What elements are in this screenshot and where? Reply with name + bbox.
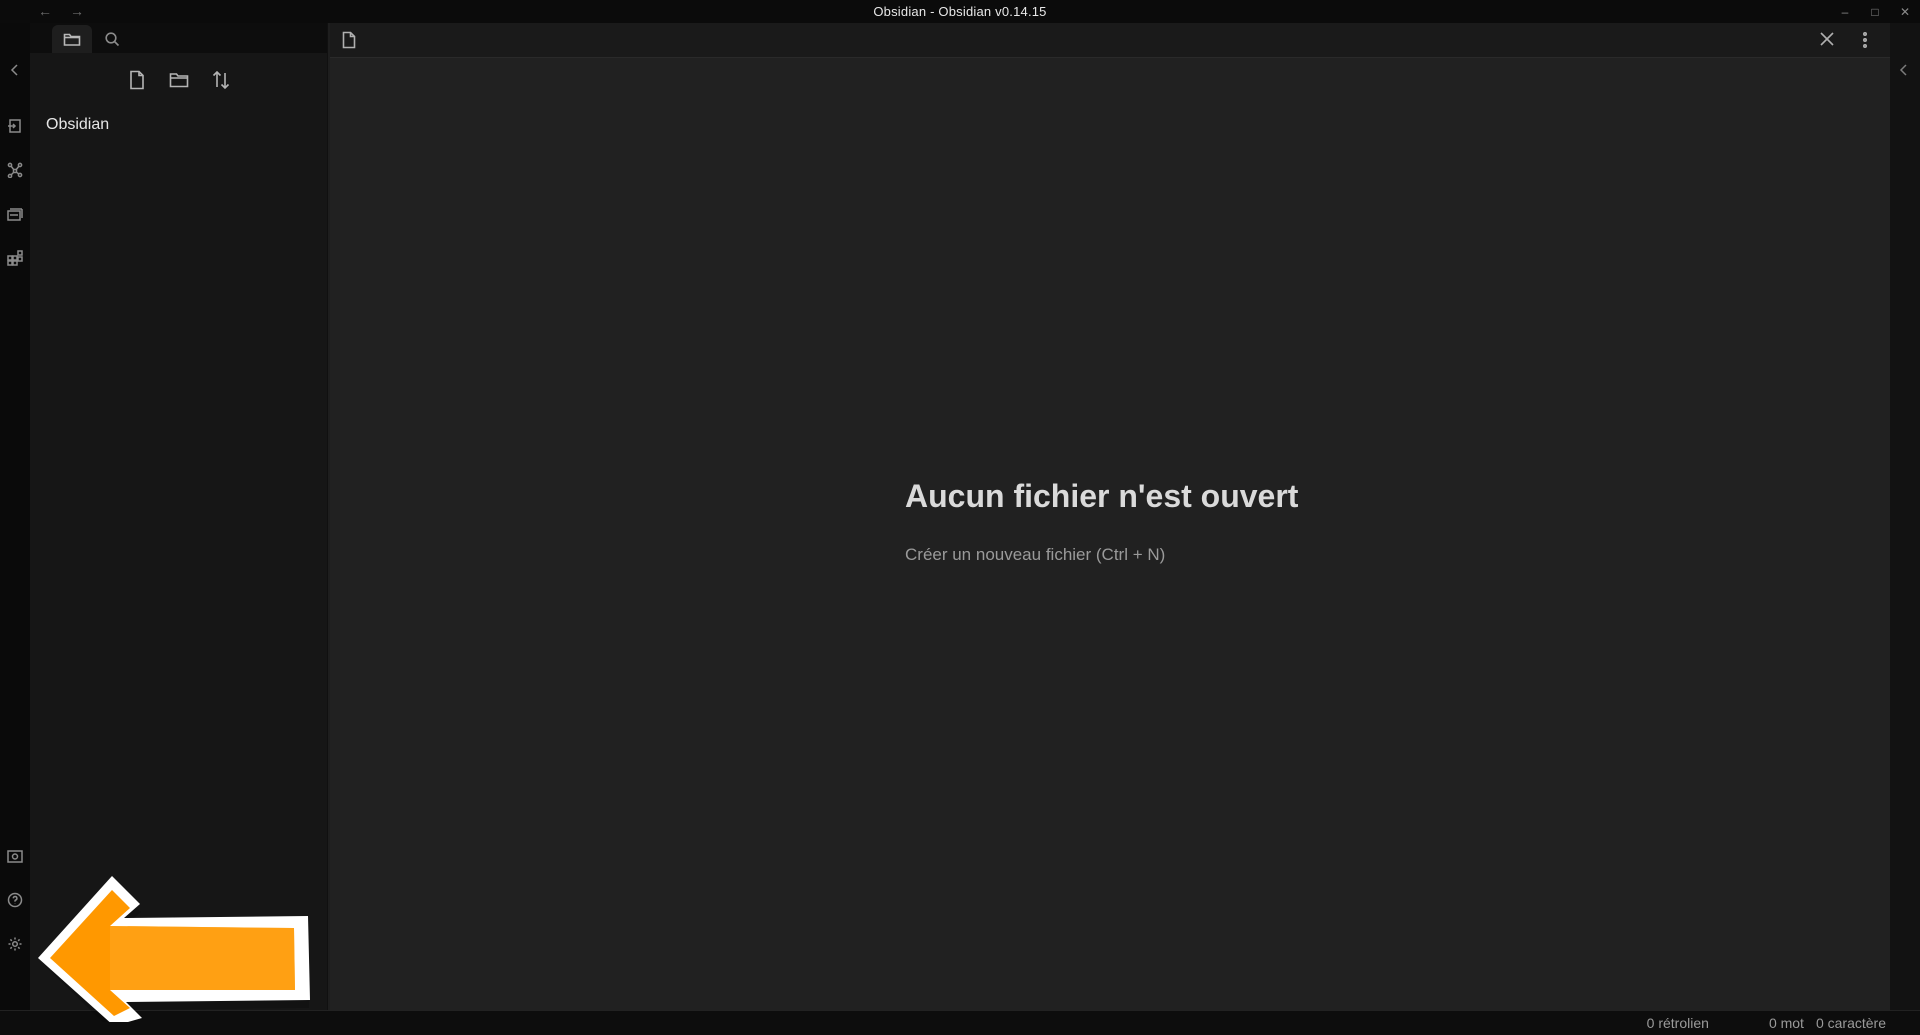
document-icon[interactable] (342, 31, 356, 54)
title-bar: ← → Obsidian - Obsidian v0.14.15 – □ ✕ (0, 0, 1920, 23)
minimize-icon[interactable]: – (1830, 0, 1860, 23)
new-note-icon (130, 70, 144, 90)
arrow-left-icon[interactable]: ← (38, 2, 52, 20)
history-nav: ← → (38, 2, 84, 20)
maximize-icon[interactable]: □ (1860, 0, 1890, 23)
settings-icon[interactable] (5, 934, 25, 954)
close-pane-icon[interactable] (1820, 32, 1834, 51)
status-word-count: 0 mot (1768, 1015, 1804, 1031)
vault-name[interactable]: Obsidian (46, 116, 109, 134)
new-folder-icon (169, 73, 189, 88)
status-character-count: 0 caractère (1815, 1015, 1886, 1031)
window-controls: – □ ✕ (1830, 0, 1920, 23)
arrow-right-icon[interactable]: → (70, 2, 84, 20)
folder-icon (63, 33, 81, 46)
new-note-button[interactable] (125, 68, 149, 92)
search-icon (105, 32, 120, 47)
status-backlinks[interactable]: 0 rétrolien (1647, 1015, 1709, 1031)
tab-search[interactable] (92, 25, 132, 53)
file-explorer-actions (125, 68, 233, 92)
window-title: Obsidian - Obsidian v0.14.15 (873, 4, 1047, 19)
sidebar-tabs (30, 23, 327, 53)
empty-state-title: Aucun fichier n'est ouvert (905, 478, 1299, 514)
file-explorer-sidebar: Obsidian (30, 23, 328, 1010)
more-options-icon[interactable] (1862, 31, 1868, 54)
help-icon[interactable] (5, 890, 25, 910)
vault-icon[interactable] (5, 846, 25, 866)
switcher-icon[interactable] (5, 116, 25, 136)
close-icon[interactable]: ✕ (1890, 0, 1920, 23)
graph-icon[interactable] (5, 160, 25, 180)
new-folder-button[interactable] (167, 68, 191, 92)
pointer-arrow-icon (38, 872, 318, 1035)
right-ribbon (1890, 23, 1920, 1010)
tab-file-explorer[interactable] (52, 25, 92, 53)
templates-icon[interactable] (5, 204, 25, 224)
left-ribbon (0, 23, 30, 1010)
collapse-right-icon[interactable] (1897, 63, 1911, 82)
sort-icon (212, 70, 230, 90)
editor-tab-header (330, 23, 1890, 58)
create-new-file-link[interactable]: Créer un nouveau fichier (Ctrl + N) (905, 545, 1165, 565)
collapse-left-icon[interactable] (5, 60, 25, 80)
plugins-icon[interactable] (5, 248, 25, 268)
editor-pane: Aucun fichier n'est ouvert Créer un nouv… (330, 23, 1890, 1010)
sort-button[interactable] (209, 68, 233, 92)
